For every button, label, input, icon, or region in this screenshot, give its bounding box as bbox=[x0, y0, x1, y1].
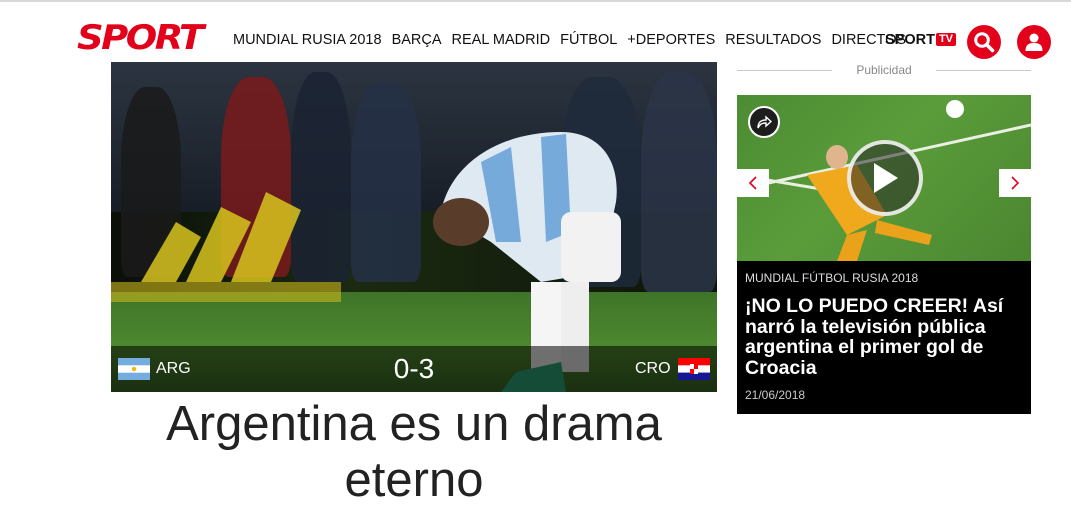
main-nav: MUNDIAL RUSIA 2018 BARÇA REAL MADRID FÚT… bbox=[233, 31, 906, 49]
nav-item-futbol[interactable]: FÚTBOL bbox=[560, 31, 617, 49]
sport-logo[interactable]: SPORT bbox=[77, 19, 204, 57]
away-team: CRO bbox=[635, 360, 671, 377]
nav-item-barca[interactable]: BARÇA bbox=[392, 31, 442, 49]
card-title[interactable]: ¡NO LO PUEDO CREER! Así narró la televis… bbox=[745, 296, 1027, 378]
nav-item-resultados[interactable]: RESULTADOS bbox=[725, 31, 821, 49]
match-score: 0-3 bbox=[393, 353, 435, 384]
card-category[interactable]: MUNDIAL FÚTBOL RUSIA 2018 bbox=[745, 271, 918, 286]
chevron-left-icon bbox=[748, 176, 757, 190]
divider bbox=[936, 70, 1031, 71]
play-button[interactable] bbox=[847, 140, 923, 216]
share-button[interactable] bbox=[748, 106, 780, 138]
article-headline[interactable]: Argentina es un drama eterno bbox=[111, 396, 717, 508]
top-border bbox=[0, 0, 1071, 2]
nav-item-deportes[interactable]: +DEPORTES bbox=[627, 31, 715, 49]
next-button[interactable] bbox=[999, 169, 1031, 197]
score-bar: ARG 0-3 CRO bbox=[111, 346, 717, 392]
croatia-flag-icon bbox=[678, 358, 710, 380]
sport-tv-link[interactable]: SPORT TV bbox=[885, 31, 957, 49]
adidas-logo-board bbox=[111, 192, 341, 302]
play-icon bbox=[874, 163, 898, 193]
hero-image[interactable]: ARG 0-3 CRO bbox=[111, 62, 717, 392]
nav-item-real-madrid[interactable]: REAL MADRID bbox=[452, 31, 551, 49]
previous-button[interactable] bbox=[737, 169, 769, 197]
chevron-right-icon bbox=[1011, 176, 1020, 190]
sport-tv-label: SPORT bbox=[885, 32, 935, 48]
user-button[interactable] bbox=[1017, 25, 1051, 59]
video-card[interactable]: MUNDIAL FÚTBOL RUSIA 2018 ¡NO LO PUEDO C… bbox=[737, 261, 1031, 414]
card-date: 21/06/2018 bbox=[745, 388, 806, 402]
ad-label: Publicidad bbox=[737, 62, 1031, 78]
argentina-flag-icon bbox=[118, 358, 150, 380]
video-thumbnail[interactable] bbox=[737, 95, 1031, 261]
user-icon bbox=[1025, 33, 1043, 51]
home-team: ARG bbox=[156, 360, 191, 377]
tv-badge: TV bbox=[935, 32, 957, 46]
share-icon bbox=[757, 115, 772, 129]
search-icon bbox=[974, 32, 995, 53]
nav-item-mundial[interactable]: MUNDIAL RUSIA 2018 bbox=[233, 31, 382, 49]
search-button[interactable] bbox=[967, 25, 1001, 59]
background-player bbox=[351, 82, 421, 282]
